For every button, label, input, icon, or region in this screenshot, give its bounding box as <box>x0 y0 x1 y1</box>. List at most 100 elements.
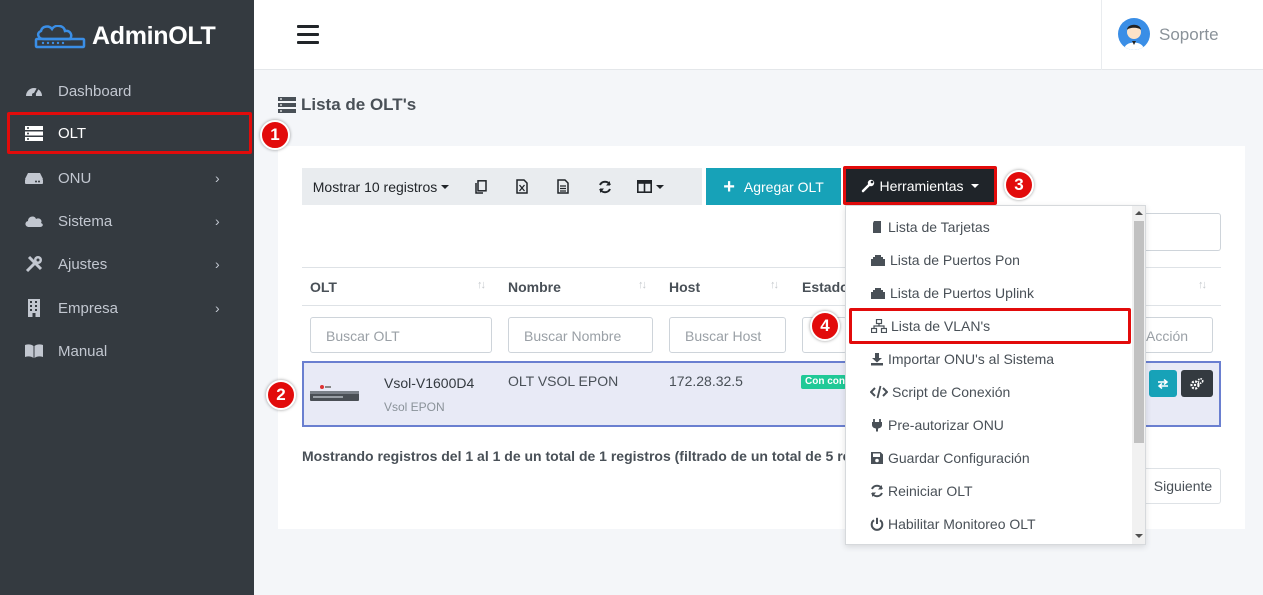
menu-item-habilitar-monitoreo[interactable]: Habilitar Monitoreo OLT <box>870 507 1130 540</box>
caret-down-icon <box>970 183 979 188</box>
scroll-down-arrow-icon[interactable] <box>1135 534 1143 538</box>
sd-card-icon <box>873 220 881 233</box>
add-olt-label: Agregar OLT <box>743 178 824 195</box>
menu-item-label: Script de Conexión <box>892 383 1011 400</box>
search-input[interactable] <box>1140 213 1221 251</box>
step-marker-3: 3 <box>1004 170 1034 200</box>
menu-item-label: Lista de VLAN's <box>891 318 991 334</box>
user-menu[interactable]: Soporte <box>1101 0 1263 70</box>
sidebar-item-ajustes[interactable]: Ajustes › <box>0 244 254 284</box>
excel-button[interactable] <box>502 168 542 205</box>
sidebar-item-label: Manual <box>58 342 108 360</box>
olt-device-image <box>310 385 359 401</box>
brand-name: AdminOLT <box>92 22 216 50</box>
sort-icon[interactable]: ↑↓ <box>770 279 779 291</box>
menu-item-lista-vlans[interactable]: Lista de VLAN's <box>849 308 1131 344</box>
column-header-estado[interactable]: Estado <box>802 279 849 295</box>
file-text-icon <box>557 179 569 194</box>
transfer-button[interactable] <box>1149 370 1177 397</box>
pdf-button[interactable] <box>542 168 584 205</box>
menu-item-guardar-configuracion[interactable]: Guardar Configuración <box>870 441 1130 474</box>
tools-dropdown-menu: Lista de Tarjetas Lista de Puertos Pon L… <box>845 205 1146 545</box>
tools-dropdown-button[interactable]: Herramientas <box>843 166 997 205</box>
chevron-right-icon: › <box>215 170 220 186</box>
table-toolbar: Mostrar 10 registros <box>302 168 702 205</box>
copy-button[interactable] <box>460 168 502 205</box>
menu-item-lista-tarjetas[interactable]: Lista de Tarjetas <box>870 210 1130 243</box>
avatar <box>1118 18 1150 50</box>
server-icon <box>278 97 296 113</box>
menu-item-label: Pre-autorizar ONU <box>888 416 1004 433</box>
wrench-icon <box>862 179 875 192</box>
sidebar-item-label: Dashboard <box>58 82 132 100</box>
sidebar-item-olt[interactable]: OLT <box>7 112 252 154</box>
show-records-label: Mostrar 10 registros <box>312 178 438 195</box>
filter-olt-input[interactable]: Buscar OLT <box>310 317 492 353</box>
reload-button[interactable] <box>584 168 626 205</box>
plus-icon: + <box>723 175 735 198</box>
sort-icon[interactable]: ↑↓ <box>638 279 647 291</box>
settings-button[interactable] <box>1181 370 1213 397</box>
server-icon <box>25 126 43 141</box>
sidebar-item-sistema[interactable]: Sistema › <box>0 201 254 241</box>
menu-item-label: Lista de Puertos Uplink <box>890 284 1034 301</box>
sidebar-item-label: OLT <box>58 124 87 142</box>
cloud-network-logo-icon <box>34 25 86 49</box>
plug-icon <box>872 418 882 431</box>
sync-icon <box>871 484 883 497</box>
chevron-right-icon: › <box>215 300 220 316</box>
code-icon <box>870 385 888 398</box>
sidebar-item-label: Ajustes <box>58 255 108 273</box>
olt-host: 172.28.32.5 <box>669 373 743 389</box>
sort-icon[interactable]: ↑↓ <box>477 279 486 291</box>
cogs-icon <box>1190 377 1204 390</box>
filter-host-input[interactable]: Buscar Host <box>669 317 786 353</box>
next-page-button[interactable]: Siguiente <box>1140 468 1221 504</box>
status-badge: Con con <box>801 375 846 389</box>
menu-item-puertos-uplink[interactable]: Lista de Puertos Uplink <box>870 276 1130 309</box>
filter-nombre-input[interactable]: Buscar Nombre <box>508 317 653 353</box>
tools-icon <box>25 255 43 273</box>
sort-icon[interactable]: ↑↓ <box>1198 279 1207 291</box>
exchange-icon <box>1157 378 1169 389</box>
menu-item-puertos-pon[interactable]: Lista de Puertos Pon <box>870 243 1130 276</box>
menu-item-pre-autorizar-onu[interactable]: Pre-autorizar ONU <box>870 408 1130 441</box>
menu-toggle-icon[interactable] <box>297 25 319 45</box>
sidebar-item-dashboard[interactable]: Dashboard <box>0 71 254 111</box>
dashboard-icon <box>26 87 42 97</box>
power-icon <box>870 517 884 531</box>
sidebar-item-empresa[interactable]: Empresa › <box>0 288 254 328</box>
save-icon <box>871 451 883 464</box>
menu-item-script-conexion[interactable]: Script de Conexión <box>870 375 1130 408</box>
network-icon <box>871 319 887 333</box>
add-olt-button[interactable]: + Agregar OLT <box>706 168 841 205</box>
tools-label: Herramientas <box>879 177 964 194</box>
brand[interactable]: AdminOLT <box>0 0 254 70</box>
scroll-up-arrow-icon[interactable] <box>1135 211 1143 215</box>
scrollbar-thumb[interactable] <box>1134 221 1144 443</box>
columns-button[interactable] <box>626 168 674 205</box>
book-icon <box>25 344 43 358</box>
sidebar-item-label: Empresa <box>58 299 119 317</box>
menu-item-label: Reiniciar OLT <box>888 482 973 499</box>
chevron-right-icon: › <box>215 213 220 229</box>
sidebar-item-onu[interactable]: ONU › <box>0 158 254 198</box>
sync-icon <box>599 180 611 193</box>
ethernet-icon <box>871 287 885 299</box>
building-icon <box>28 299 40 317</box>
column-header-nombre[interactable]: Nombre <box>508 279 561 295</box>
ethernet-icon <box>871 254 885 266</box>
column-header-olt[interactable]: OLT <box>310 279 337 295</box>
filter-accion-input[interactable]: Acción <box>1140 317 1213 353</box>
menu-item-importar-onus[interactable]: Importar ONU's al Sistema <box>870 342 1130 375</box>
cloud-icon <box>25 216 43 227</box>
menu-item-label: Lista de Tarjetas <box>888 218 990 235</box>
caret-down-icon <box>655 184 664 189</box>
menu-item-reiniciar-olt[interactable]: Reiniciar OLT <box>870 474 1130 507</box>
sidebar-item-manual[interactable]: Manual <box>0 331 254 371</box>
sidebar: AdminOLT Dashboard OLT ONU › Sistema › A… <box>0 0 254 595</box>
show-records-dropdown[interactable]: Mostrar 10 registros <box>302 168 460 205</box>
column-header-host[interactable]: Host <box>669 279 700 295</box>
dropdown-scrollbar[interactable] <box>1132 206 1145 544</box>
sidebar-item-label: Sistema <box>58 212 113 230</box>
